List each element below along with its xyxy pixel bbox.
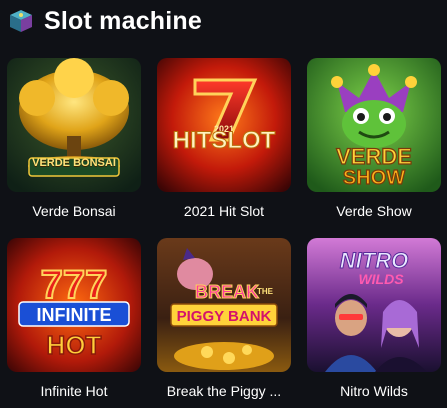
game-title[interactable]: Infinite Hot [0,383,149,399]
game-title[interactable]: Verde Show [299,203,447,219]
game-thumbnail[interactable]: 777 INFINITE HOT [7,238,141,372]
svg-text:HOT: HOT [47,330,102,360]
svg-text:WILDS: WILDS [358,271,404,287]
svg-text:PIGGY BANK: PIGGY BANK [177,308,272,325]
cyberpunk-duo-icon: NITRO WILDS [307,238,441,372]
game-thumbnail[interactable]: VERDE SHOW [307,58,441,192]
golden-tree-icon [7,58,141,192]
game-logo: INFINITE [37,305,112,325]
game-logo: NITRO [340,248,408,273]
cube-icon [10,10,32,32]
section-title: Slot machine [44,6,202,35]
game-logo: VERDE [336,144,412,169]
game-title[interactable]: 2021 Hit Slot [149,203,299,219]
game-thumbnail[interactable]: 2021 HITSLOT [157,58,291,192]
game-logo: VERDE BONSAI [32,157,116,169]
game-logo: BREAK [195,282,259,302]
game-card-verde-bonsai[interactable]: VERDE BONSAI Verde Bonsai [7,58,141,219]
game-card-2021-hit-slot[interactable]: 2021 HITSLOT 2021 Hit Slot [157,58,291,219]
game-card-infinite-hot[interactable]: 777 INFINITE HOT Infinite Hot [7,238,141,399]
game-thumbnail[interactable]: VERDE BONSAI [7,58,141,192]
game-title[interactable]: Break the Piggy ... [149,383,299,399]
game-card-verde-show[interactable]: VERDE SHOW Verde Show [307,58,441,219]
game-card-break-the-piggy-bank[interactable]: BREAK THE PIGGY BANK Break the Piggy ... [157,238,291,399]
game-thumbnail[interactable]: BREAK THE PIGGY BANK [157,238,291,372]
triple-seven-icon: 777 INFINITE HOT [7,238,141,372]
game-logo: HITSLOT [173,127,276,154]
game-title[interactable]: Verde Bonsai [0,203,149,219]
svg-text:THE: THE [257,287,274,296]
game-card-nitro-wilds[interactable]: NITRO WILDS Nitro Wilds [307,238,441,399]
piggy-bank-icon: BREAK THE PIGGY BANK [157,238,291,372]
section-header: Slot machine [8,6,202,36]
game-title[interactable]: Nitro Wilds [299,383,447,399]
seven-icon: 2021 HITSLOT [157,58,291,192]
jester-frog-icon: VERDE SHOW [307,58,441,192]
svg-text:777: 777 [41,263,108,307]
svg-text:SHOW: SHOW [343,167,405,189]
game-thumbnail[interactable]: NITRO WILDS [307,238,441,372]
